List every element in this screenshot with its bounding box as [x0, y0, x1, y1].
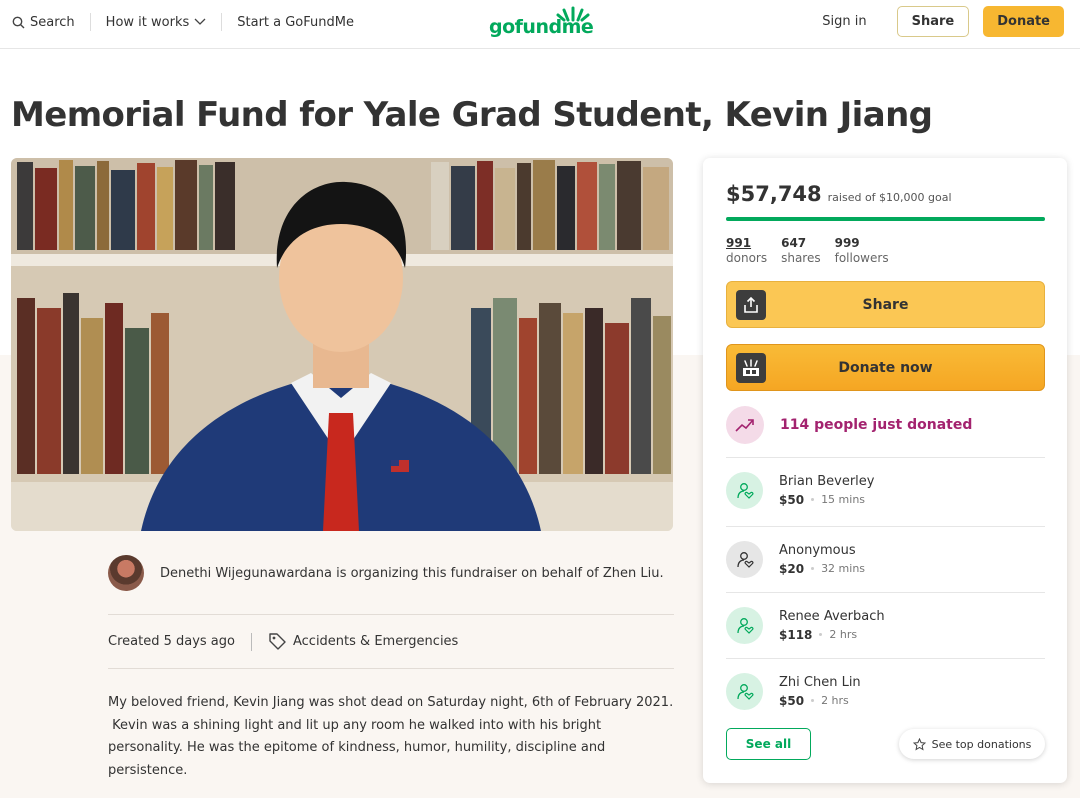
header-share-button[interactable]: Share — [896, 6, 970, 37]
donor-name: Zhi Chen Lin — [779, 674, 861, 690]
separator-dot — [811, 498, 815, 501]
how-it-works-menu[interactable]: How it works — [106, 15, 207, 30]
donation-item: Brian Beverley $50 15 mins — [726, 457, 1045, 523]
donation-sidebar: $57,748 raised of $10,000 goal 991 donor… — [703, 158, 1067, 783]
meta-divider — [250, 632, 252, 651]
donation-time: 2 hrs — [821, 693, 849, 707]
donate-now-button[interactable]: Donate now — [726, 344, 1045, 391]
donor-heart-icon — [736, 551, 753, 568]
donation-amount: $50 — [779, 693, 805, 708]
donor-heart-icon — [736, 683, 753, 700]
share-button-label: Share — [862, 296, 909, 313]
chevron-down-icon — [194, 18, 206, 25]
search-label: Search — [30, 14, 75, 30]
nav-divider — [89, 13, 91, 31]
header-donate-button[interactable]: Donate — [983, 6, 1064, 37]
see-top-donations-button[interactable]: See top donations — [899, 729, 1045, 759]
share-icon — [736, 290, 766, 320]
trending-text: 114 people just donated — [780, 417, 973, 433]
stat-donors[interactable]: 991 donors — [726, 236, 767, 266]
donation-item: Renee Averbach $118 2 hrs — [726, 592, 1045, 658]
separator-dot — [819, 633, 823, 636]
stats-row: 991 donors 647 shares 999 followers — [726, 236, 889, 266]
donor-details: $118 2 hrs — [779, 626, 885, 644]
donation-time: 15 mins — [821, 492, 866, 506]
stat-number: 991 — [726, 236, 752, 250]
donor-name: Renee Averbach — [779, 608, 885, 624]
donation-item: Zhi Chen Lin $50 2 hrs — [726, 658, 1045, 724]
campaign-meta: Created 5 days ago Accidents & Emergenci… — [108, 632, 458, 651]
raised-summary: $57,748 raised of $10,000 goal — [726, 182, 952, 206]
stat-label: shares — [781, 251, 821, 265]
goal-text: raised of $10,000 goal — [827, 191, 952, 204]
stat-followers: 999 followers — [835, 236, 889, 266]
recent-donations-trend: 114 people just donated — [726, 406, 972, 444]
separator-dot — [811, 567, 815, 570]
gofundme-logo[interactable]: gofundme — [489, 6, 594, 38]
campaign-photo-illustration — [11, 158, 673, 531]
donor-info: Anonymous $20 32 mins — [779, 542, 865, 578]
story-text: My beloved friend, Kevin Jiang was shot … — [108, 695, 674, 778]
donate-now-label: Donate now — [838, 359, 933, 376]
donor-name: Brian Beverley — [779, 473, 875, 489]
page-title: Memorial Fund for Yale Grad Student, Kev… — [11, 95, 933, 135]
donor-name: Anonymous — [779, 542, 856, 558]
category-link[interactable]: Accidents & Emergencies — [268, 632, 458, 651]
stat-shares: 647 shares — [781, 236, 821, 266]
campaign-story: My beloved friend, Kevin Jiang was shot … — [108, 692, 680, 782]
nav-divider — [221, 13, 223, 31]
search-icon — [12, 16, 25, 28]
donor-info: Renee Averbach $118 2 hrs — [779, 608, 885, 644]
donor-info: Zhi Chen Lin $50 2 hrs — [779, 674, 861, 710]
tag-icon — [269, 633, 286, 650]
category-label: Accidents & Emergencies — [292, 634, 459, 649]
separator-dot — [811, 699, 815, 702]
campaign-photo — [11, 158, 673, 531]
donor-avatar — [726, 541, 763, 578]
see-top-label: See top donations — [931, 737, 1032, 751]
organizer-text: Denethi Wijegunawardana is organizing th… — [160, 565, 664, 581]
trending-up-icon — [726, 406, 764, 444]
donor-heart-icon — [736, 482, 753, 499]
top-nav: Search How it works Start a GoFundMe gof… — [0, 0, 1080, 49]
start-label: Start a GoFundMe — [237, 14, 354, 30]
donation-time: 2 hrs — [829, 627, 858, 641]
gofundme-me-icon — [736, 353, 766, 383]
donor-avatar — [726, 607, 763, 644]
organizer-avatar[interactable] — [108, 555, 144, 591]
raised-amount: $57,748 — [726, 182, 822, 206]
donor-heart-icon — [736, 617, 753, 634]
donor-details: $20 32 mins — [779, 560, 865, 578]
nav-right: Sign in Share Donate — [822, 6, 1064, 37]
created-date: Created 5 days ago — [108, 634, 235, 649]
donation-amount: $118 — [779, 627, 813, 642]
see-all-button[interactable]: See all — [726, 728, 811, 760]
donation-time: 32 mins — [821, 561, 866, 575]
donation-item: Anonymous $20 32 mins — [726, 526, 1045, 592]
share-button[interactable]: Share — [726, 281, 1045, 328]
sign-in-link[interactable]: Sign in — [822, 14, 866, 29]
how-it-works-label: How it works — [105, 14, 190, 30]
divider — [108, 614, 674, 615]
search-link[interactable]: Search — [12, 15, 75, 30]
stat-label: donors — [726, 251, 768, 265]
nav-left: Search How it works Start a GoFundMe — [12, 0, 354, 44]
donor-details: $50 2 hrs — [779, 692, 861, 710]
donor-avatar — [726, 673, 763, 710]
stat-number: 647 — [781, 236, 807, 250]
donor-info: Brian Beverley $50 15 mins — [779, 473, 874, 509]
logo-sun-icon — [556, 6, 590, 22]
progress-bar-fill — [726, 217, 1045, 221]
donation-amount: $50 — [779, 492, 805, 507]
donor-details: $50 15 mins — [779, 491, 874, 509]
start-gofundme-link[interactable]: Start a GoFundMe — [237, 15, 354, 30]
donation-amount: $20 — [779, 561, 805, 576]
organizer-row: Denethi Wijegunawardana is organizing th… — [108, 553, 674, 593]
divider — [108, 668, 674, 669]
star-icon — [912, 737, 926, 751]
stat-label: followers — [834, 251, 889, 265]
progress-bar — [726, 217, 1045, 221]
stat-number: 999 — [834, 236, 860, 250]
donor-avatar — [726, 472, 763, 509]
